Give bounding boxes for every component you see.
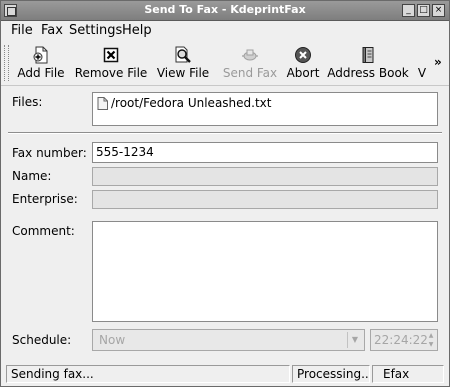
- comment-textarea[interactable]: [92, 221, 438, 322]
- menu-fax[interactable]: Fax: [41, 23, 63, 38]
- address-book-button[interactable]: Address Book: [325, 43, 411, 83]
- fax-number-input[interactable]: 555-1234: [92, 142, 438, 163]
- send-fax-label: Send Fax: [222, 66, 278, 80]
- view-file-label: View File: [156, 66, 210, 80]
- time-value: 22:24:22: [374, 333, 428, 347]
- toolbar-overflow-chevron-icon[interactable]: »: [434, 55, 442, 69]
- abort-icon: [295, 47, 311, 63]
- toolbar: Add File Remove File View File Send Fax …: [1, 41, 449, 86]
- abort-label: Abort: [286, 66, 320, 80]
- send-fax-icon: [242, 49, 258, 61]
- minimize-button[interactable]: _: [402, 4, 415, 17]
- chevron-down-icon[interactable]: ▼: [347, 332, 362, 348]
- status-message: Sending fax...: [6, 365, 290, 383]
- schedule-value: Now: [99, 333, 126, 347]
- add-file-icon: [33, 46, 48, 64]
- menu-file[interactable]: File: [11, 23, 33, 38]
- time-spin-icon[interactable]: ▲ ▼: [426, 331, 436, 349]
- schedule-label: Schedule:: [12, 333, 72, 347]
- send-fax-button[interactable]: Send Fax: [220, 43, 280, 83]
- close-button[interactable]: ×: [432, 4, 445, 17]
- name-label: Name:: [12, 169, 52, 183]
- remove-file-icon: [103, 47, 119, 63]
- files-list[interactable]: /root/Fedora Unleashed.txt: [92, 92, 438, 126]
- toolbar-grip[interactable]: [4, 45, 9, 81]
- remove-file-label: Remove File: [74, 66, 148, 80]
- files-label: Files:: [12, 95, 43, 109]
- title-bar[interactable]: Send To Fax - KdeprintFax _ □ ×: [1, 1, 449, 21]
- menu-bar: File Fax Settings Help: [1, 21, 449, 40]
- truncated-toolbar-button[interactable]: V: [415, 43, 429, 83]
- form-separator: [8, 132, 442, 134]
- time-input[interactable]: 22:24:22 ▲ ▼: [370, 329, 438, 351]
- fax-number-value: 555-1234: [96, 145, 154, 159]
- add-file-button[interactable]: Add File: [13, 43, 69, 83]
- fax-number-label: Fax number:: [12, 146, 87, 160]
- abort-button[interactable]: Abort: [285, 43, 321, 83]
- status-service: Efax: [372, 365, 444, 383]
- status-bar: Sending fax... Processing... Efax: [1, 363, 449, 385]
- name-input[interactable]: [92, 167, 438, 186]
- maximize-button[interactable]: □: [417, 4, 430, 17]
- add-file-label: Add File: [17, 66, 65, 80]
- menu-help[interactable]: Help: [122, 23, 152, 38]
- text-file-icon: [97, 97, 108, 110]
- file-name: /root/Fedora Unleashed.txt: [111, 96, 272, 110]
- remove-file-button[interactable]: Remove File: [71, 43, 151, 83]
- schedule-select[interactable]: Now ▼: [92, 329, 365, 351]
- enterprise-label: Enterprise:: [12, 192, 78, 206]
- address-book-icon: [362, 47, 374, 63]
- menu-settings[interactable]: Settings: [69, 23, 122, 38]
- truncated-toolbar-label: V: [417, 66, 427, 80]
- status-state: Processing...: [292, 365, 370, 383]
- address-book-label: Address Book: [327, 66, 409, 80]
- comment-label: Comment:: [12, 224, 75, 238]
- kdeprintfax-window: Send To Fax - KdeprintFax _ □ × File Fax…: [0, 0, 450, 387]
- view-file-button[interactable]: View File: [154, 43, 212, 83]
- view-file-icon: [175, 46, 191, 63]
- enterprise-input[interactable]: [92, 190, 438, 209]
- window-title: Send To Fax - KdeprintFax: [144, 3, 306, 16]
